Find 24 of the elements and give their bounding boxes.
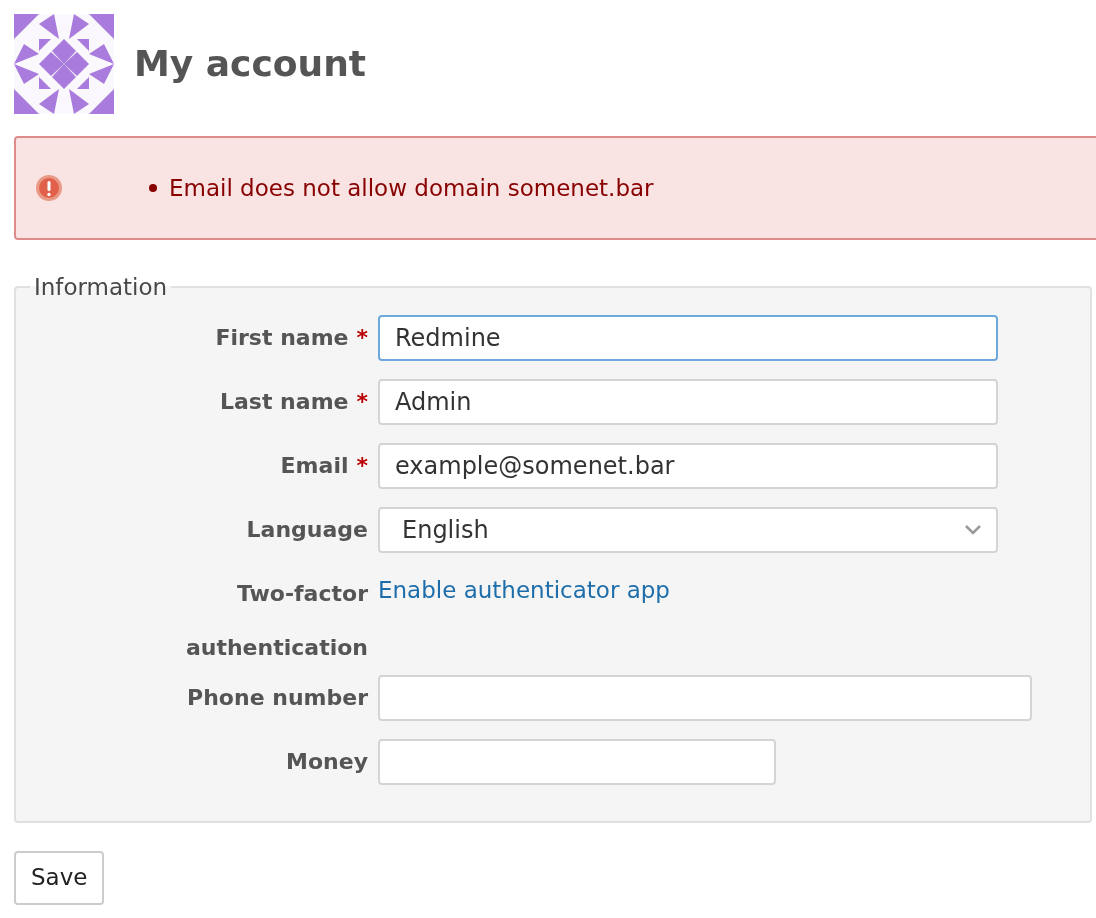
required-asterisk: *	[356, 323, 368, 352]
field-label: First name	[215, 323, 349, 352]
language-select[interactable]: English	[378, 506, 998, 553]
text-field[interactable]: Admin	[378, 378, 998, 425]
text-field[interactable]	[378, 674, 1032, 721]
save-button[interactable]: Save	[14, 850, 105, 905]
field-label: Two-factor authentication	[184, 579, 368, 662]
page-title: My account	[134, 42, 366, 86]
field-label: Last name	[220, 387, 349, 416]
enable-authenticator-link[interactable]: Enable authenticator app	[378, 570, 670, 607]
field-label: Money	[286, 747, 368, 776]
field-label: Email	[280, 451, 349, 480]
text-field[interactable]: Redmine	[378, 314, 998, 361]
field-label: Language	[246, 515, 368, 544]
required-asterisk: *	[356, 387, 368, 416]
text-field[interactable]	[378, 738, 776, 785]
error-message: Email does not allow domain somenet.bar	[169, 173, 654, 203]
fieldset-legend: Information	[30, 270, 172, 305]
error-icon	[35, 174, 63, 202]
required-asterisk: *	[356, 451, 368, 480]
text-field[interactable]: example@somenet.bar	[378, 442, 998, 489]
chevron-down-icon	[964, 523, 982, 536]
bullet-icon	[149, 184, 157, 192]
field-label: Phone number	[187, 683, 368, 712]
